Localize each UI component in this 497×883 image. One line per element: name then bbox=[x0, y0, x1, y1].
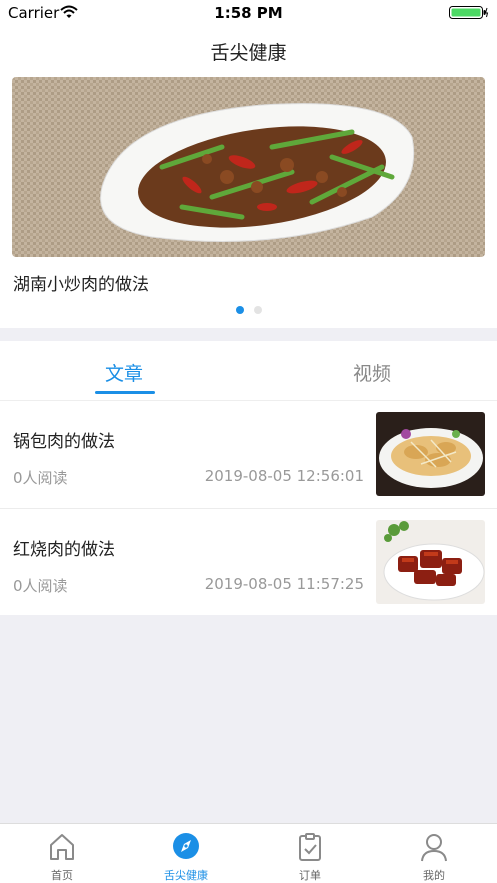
active-tab-indicator bbox=[95, 391, 155, 394]
bottom-tab-bar: 首页 舌尖健康 订单 我的 bbox=[0, 823, 497, 883]
article-read-count: 0人阅读 bbox=[13, 469, 68, 487]
banner-image[interactable] bbox=[12, 77, 485, 257]
carousel-dot-active[interactable] bbox=[235, 306, 244, 314]
tab-bar-label: 订单 bbox=[299, 869, 321, 882]
article-title: 红烧肉的做法 bbox=[13, 540, 115, 560]
guobaorou-dish-photo[interactable] bbox=[376, 412, 485, 496]
person-icon bbox=[421, 834, 447, 862]
banner-caption[interactable]: 湖南小炒肉的做法 bbox=[13, 270, 149, 295]
carousel-dot[interactable] bbox=[253, 306, 262, 314]
article-read-count: 0人阅读 bbox=[13, 577, 68, 595]
hongshaorou-dish-photo[interactable] bbox=[376, 520, 485, 604]
carousel-page-indicator[interactable] bbox=[0, 306, 497, 314]
tab-bar-orders[interactable]: 订单 bbox=[248, 824, 372, 883]
tab-bar-profile[interactable]: 我的 bbox=[372, 824, 496, 883]
home-icon bbox=[50, 834, 74, 860]
compass-icon bbox=[173, 833, 199, 859]
status-time: 1:58 PM bbox=[214, 4, 283, 22]
list-item[interactable]: 红烧肉的做法 0人阅读 2019-08-05 11:57:25 bbox=[0, 508, 497, 615]
banner-carousel[interactable]: 湖南小炒肉的做法 bbox=[0, 74, 497, 328]
article-list: 锅包肉的做法 0人阅读 2019-08-05 12:56:01 红烧肉的做法 0… bbox=[0, 401, 497, 615]
article-date: 2019-08-05 12:56:01 bbox=[204, 467, 364, 485]
clipboard-icon bbox=[299, 833, 321, 861]
stir-fried-pork-dish-photo bbox=[12, 77, 485, 257]
article-title: 锅包肉的做法 bbox=[13, 432, 115, 452]
tab-bar-label: 首页 bbox=[51, 869, 73, 882]
content-tabs: 文章 视频 bbox=[0, 341, 497, 401]
battery-icon bbox=[449, 6, 489, 19]
tab-bar-home[interactable]: 首页 bbox=[0, 824, 124, 883]
tab-bar-label: 舌尖健康 bbox=[164, 869, 208, 882]
tab-videos[interactable]: 视频 bbox=[248, 341, 496, 400]
page-title: 舌尖健康 bbox=[210, 42, 287, 64]
status-bar: Carrier 1:58 PM bbox=[0, 0, 497, 26]
navigation-bar: 舌尖健康 bbox=[0, 26, 497, 74]
article-date: 2019-08-05 11:57:25 bbox=[204, 575, 364, 593]
tab-bar-health[interactable]: 舌尖健康 bbox=[124, 824, 248, 883]
list-item[interactable]: 锅包肉的做法 0人阅读 2019-08-05 12:56:01 bbox=[0, 401, 497, 508]
tab-bar-label: 我的 bbox=[423, 869, 445, 882]
